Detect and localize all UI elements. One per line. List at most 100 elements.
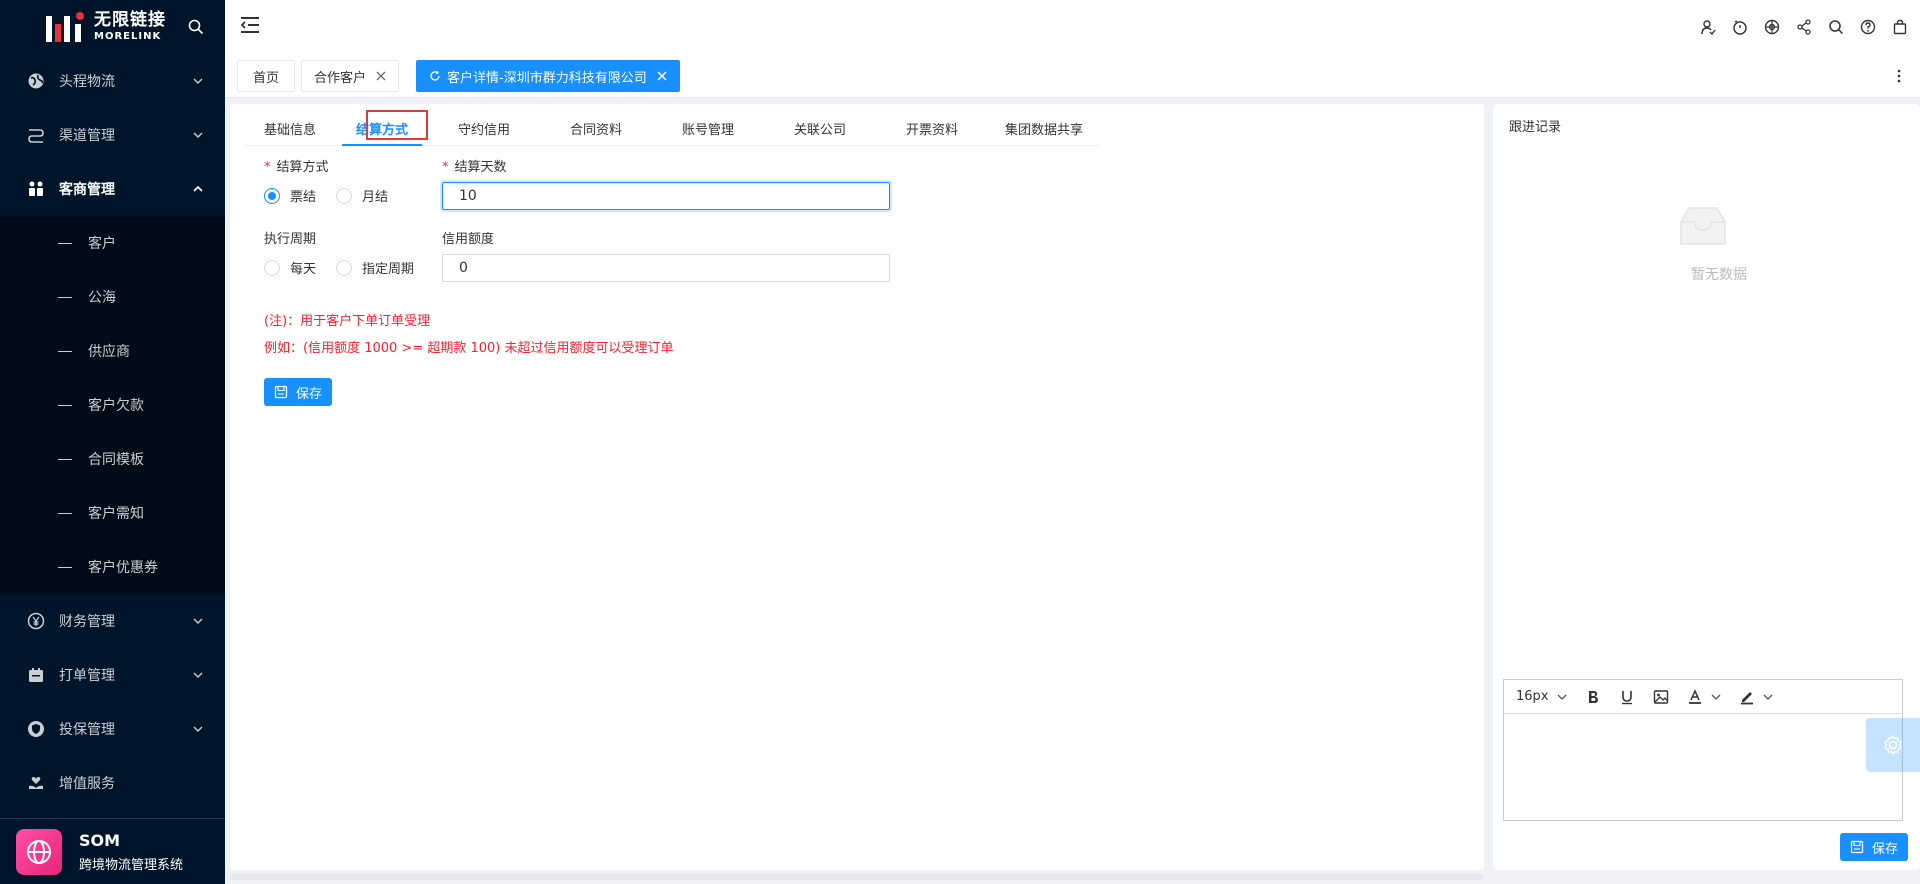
chevron-down-icon bbox=[193, 78, 203, 84]
follow-up-title: 跟进记录 bbox=[1509, 120, 1562, 135]
save-icon bbox=[1850, 840, 1864, 854]
radio-ticket-settle[interactable]: 票结 bbox=[264, 186, 316, 205]
sidebar-item-label: 头程物流 bbox=[59, 74, 115, 90]
image-icon bbox=[1653, 689, 1668, 704]
globe-icon bbox=[26, 71, 46, 91]
sidebar-item-label: 财务管理 bbox=[59, 614, 115, 630]
highlight-color-select[interactable] bbox=[1739, 689, 1773, 705]
sidebar-subitem-customer-arrears[interactable]: 客户欠款 bbox=[0, 378, 225, 432]
page-tabs-bar: 首页 合作客户 客户详情-深圳市群力科技有限公司 bbox=[225, 54, 1920, 98]
font-color-select[interactable] bbox=[1687, 688, 1721, 705]
radio-monthly-settle[interactable]: 月结 bbox=[336, 186, 388, 205]
more-vertical-icon[interactable] bbox=[1896, 68, 1902, 84]
refresh-icon[interactable] bbox=[429, 70, 441, 82]
sidebar-item-label: 客商管理 bbox=[59, 182, 115, 198]
sidebar-item-channel-management[interactable]: 渠道管理 bbox=[0, 108, 225, 162]
sidebar-subitem-supplier[interactable]: 供应商 bbox=[0, 324, 225, 378]
search-icon[interactable] bbox=[1826, 17, 1846, 37]
menu-fold-icon[interactable] bbox=[239, 15, 261, 35]
sidebar-item-print-orders[interactable]: 打单管理 bbox=[0, 648, 225, 702]
sidebar-item-label: 渠道管理 bbox=[59, 128, 115, 144]
system-info: SOM 跨境物流管理系统 bbox=[0, 818, 225, 884]
empty-text: 暂无数据 bbox=[1691, 267, 1747, 283]
sidebar-item-label: 投保管理 bbox=[59, 722, 115, 738]
sidebar-subitem-customer-coupon[interactable]: 客户优惠券 bbox=[0, 540, 225, 594]
morelink-logo-icon bbox=[46, 12, 86, 42]
tab-contract-docs[interactable]: 合同资料 bbox=[540, 110, 652, 146]
sidebar-subitem-contract-template[interactable]: 合同模板 bbox=[0, 432, 225, 486]
chevron-down-icon bbox=[1763, 694, 1772, 700]
system-name: SOM bbox=[79, 830, 121, 850]
timer-icon[interactable] bbox=[1730, 17, 1750, 37]
scrollbar-track[interactable] bbox=[230, 874, 1484, 880]
chevron-up-icon bbox=[193, 185, 203, 192]
chevron-down-icon bbox=[1711, 694, 1720, 700]
font-size-select[interactable]: 16px bbox=[1516, 689, 1567, 704]
brand-name-en: MORELINK bbox=[94, 31, 162, 42]
sidebar-subitem-customer-notice[interactable]: 客户需知 bbox=[0, 486, 225, 540]
settle-method-label: * 结算方式 bbox=[264, 160, 329, 175]
highlight-annotation bbox=[366, 110, 428, 140]
follow-up-panel: 跟进记录 暂无数据 16px 保存 bbox=[1493, 104, 1920, 870]
brand-logo[interactable]: 无限链接 MORELINK bbox=[0, 0, 225, 54]
tab-account-management[interactable]: 账号管理 bbox=[652, 110, 764, 146]
bag-icon[interactable] bbox=[1890, 17, 1910, 37]
editor-content[interactable] bbox=[1504, 714, 1902, 820]
follow-save-button[interactable]: 保存 bbox=[1839, 833, 1908, 861]
radio-daily[interactable]: 每天 bbox=[264, 258, 316, 277]
font-color-icon bbox=[1688, 688, 1701, 704]
tab-cooperative-customers[interactable]: 合作客户 bbox=[301, 60, 400, 92]
insert-image-button[interactable] bbox=[1653, 689, 1669, 705]
sidebar-item-label: 增值服务 bbox=[59, 776, 115, 792]
sidebar-item-value-added-services[interactable]: 增值服务 bbox=[0, 756, 225, 810]
print-icon bbox=[26, 665, 46, 685]
heart-hand-icon bbox=[26, 773, 46, 793]
tab-basic-info[interactable]: 基础信息 bbox=[244, 110, 336, 146]
share-icon[interactable] bbox=[1794, 17, 1814, 37]
bold-button[interactable] bbox=[1585, 689, 1601, 705]
credit-limit-input[interactable] bbox=[442, 254, 890, 282]
chevron-down-icon bbox=[1557, 694, 1566, 700]
sidebar-item-customer-management[interactable]: 客商管理 bbox=[0, 162, 225, 216]
highlighter-icon bbox=[1740, 691, 1753, 704]
globe-target-icon[interactable] bbox=[1762, 17, 1782, 37]
people-icon bbox=[26, 179, 46, 199]
yen-icon bbox=[26, 611, 46, 631]
chevron-down-icon bbox=[193, 672, 203, 678]
empty-inbox-icon bbox=[1680, 207, 1726, 245]
sidebar: 无限链接 MORELINK 头程物流 渠道管理 客商管理 客户 公海 供应商 客… bbox=[0, 0, 225, 884]
close-icon[interactable] bbox=[657, 71, 667, 81]
help-icon[interactable] bbox=[1858, 17, 1878, 37]
sidebar-subitem-customer[interactable]: 客户 bbox=[0, 216, 225, 270]
editor-toolbar: 16px bbox=[1504, 680, 1902, 714]
sidebar-item-first-leg-logistics[interactable]: 头程物流 bbox=[0, 54, 225, 108]
close-icon[interactable] bbox=[376, 71, 386, 81]
user-switch-icon[interactable] bbox=[1698, 17, 1718, 37]
sidebar-item-finance[interactable]: 财务管理 bbox=[0, 594, 225, 648]
execution-cycle-label: 执行周期 bbox=[264, 232, 317, 247]
tab-credit[interactable]: 守约信用 bbox=[428, 110, 540, 146]
underline-button[interactable] bbox=[1619, 689, 1635, 705]
tab-invoice-info[interactable]: 开票资料 bbox=[876, 110, 988, 146]
search-icon[interactable] bbox=[187, 18, 205, 36]
tab-related-companies[interactable]: 关联公司 bbox=[764, 110, 876, 146]
tab-group-data-sharing[interactable]: 集团数据共享 bbox=[988, 110, 1100, 146]
settlement-panel: 基础信息 结算方式 守约信用 合同资料 账号管理 关联公司 开票资料 集团数据共… bbox=[230, 104, 1484, 870]
radio-specified-cycle[interactable]: 指定周期 bbox=[336, 258, 414, 277]
chevron-down-icon bbox=[193, 726, 203, 732]
top-header bbox=[225, 0, 1920, 54]
sidebar-item-insurance[interactable]: 投保管理 bbox=[0, 702, 225, 756]
route-icon bbox=[26, 125, 46, 145]
chevron-down-icon bbox=[193, 132, 203, 138]
save-button[interactable]: 保存 bbox=[264, 378, 333, 406]
note-usage: (注)：用于客户下单订单受理 bbox=[264, 314, 431, 329]
note-example: 例如：(信用额度 1000 >= 超期款 100) 未超过信用额度可以受理订单 bbox=[264, 341, 674, 356]
settings-float-button[interactable] bbox=[1866, 718, 1920, 772]
credit-limit-label: 信用额度 bbox=[442, 232, 495, 247]
tab-home[interactable]: 首页 bbox=[237, 60, 295, 92]
settle-days-input[interactable] bbox=[442, 182, 890, 210]
sidebar-subitem-public-pool[interactable]: 公海 bbox=[0, 270, 225, 324]
bold-icon bbox=[1588, 690, 1598, 703]
tab-customer-detail[interactable]: 客户详情-深圳市群力科技有限公司 bbox=[416, 60, 680, 92]
shield-icon bbox=[26, 719, 46, 739]
